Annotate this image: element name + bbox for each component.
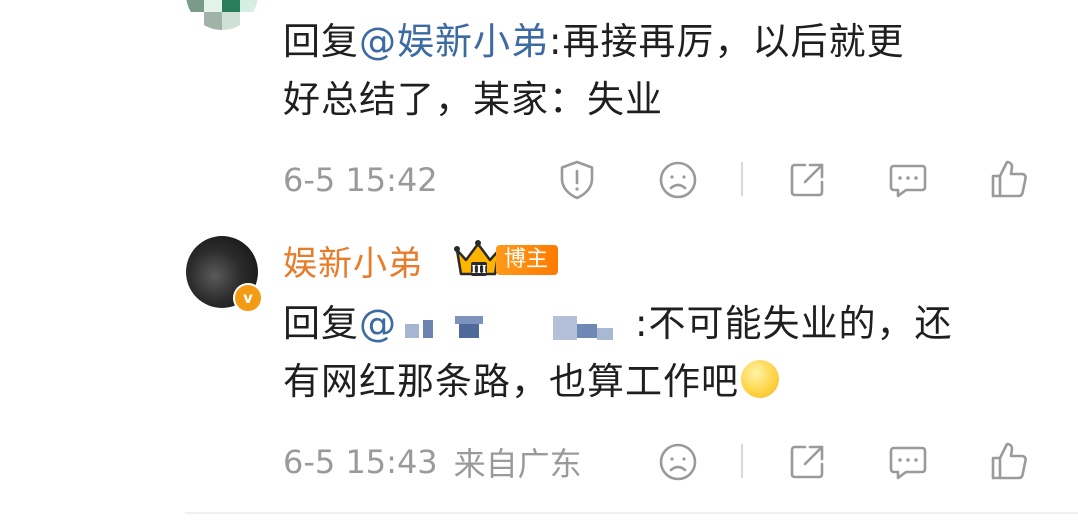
mention-link[interactable]: @娱新小弟	[359, 20, 549, 63]
comment-icon[interactable]	[886, 440, 930, 484]
share-icon[interactable]	[785, 158, 829, 202]
like-icon[interactable]	[987, 439, 1031, 483]
comment-icon[interactable]	[886, 158, 930, 202]
mention-at: @	[359, 302, 397, 345]
divider	[741, 444, 743, 478]
reply-prefix: 回复	[283, 20, 359, 63]
sad-face-icon[interactable]	[656, 158, 700, 202]
like-icon[interactable]	[987, 157, 1031, 201]
report-icon[interactable]	[555, 158, 599, 202]
comment-2-location: 来自广东	[453, 445, 582, 483]
username[interactable]: 娱新小弟	[283, 236, 423, 285]
comment-1-text-line1: 回复@娱新小弟:再接再厉，以后就更	[283, 13, 904, 71]
divider	[741, 162, 743, 196]
blogger-badge: 博主	[496, 245, 559, 275]
comment-2-text-line1: 回复@ :不可能失业的，还	[283, 295, 952, 353]
reply-prefix: 回复	[283, 302, 359, 345]
bottom-divider	[185, 512, 1078, 514]
comment-1-text-line2: 好总结了，某家：失业	[283, 78, 663, 121]
share-icon[interactable]	[785, 440, 829, 484]
mention-link[interactable]: @	[359, 302, 635, 345]
badge-level: III	[471, 263, 486, 276]
comment-2-text-line2: 有网红那条路，也算工作吧	[283, 353, 779, 411]
verified-badge-icon: v	[233, 283, 263, 313]
smirk-emoji-icon	[741, 360, 779, 398]
comment-1-text-rest: :再接再厉，以后就更	[549, 20, 905, 63]
comment-2-text-line2-content: 有网红那条路，也算工作吧	[283, 360, 739, 403]
commenter-avatar-pixelated[interactable]	[186, 0, 258, 30]
sad-face-icon[interactable]	[656, 440, 700, 484]
comment-1-time: 6-5 15:42	[283, 161, 438, 199]
comment-2-time: 6-5 15:43	[283, 443, 438, 481]
comment-2-text-rest: :不可能失业的，还	[635, 302, 953, 345]
pixelated-username	[401, 306, 631, 346]
